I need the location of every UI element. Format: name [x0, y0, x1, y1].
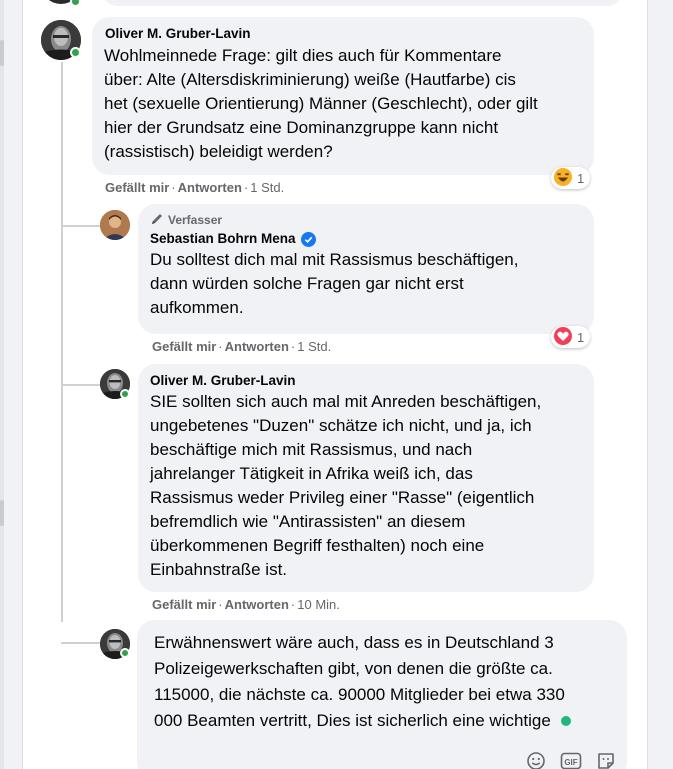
comment-author[interactable]: Sebastian Bohrn Mena [150, 230, 316, 248]
comment-actions: Gefällt mir · Antworten · 10 Min. [152, 597, 340, 612]
thread-branch-line [61, 384, 100, 386]
comment-text: Wohlmeinnede Frage: gilt dies auch für K… [104, 46, 538, 161]
reply-button[interactable]: Antworten [178, 180, 242, 195]
comment-actions: Gefällt mir · Antworten · 1 Std. [152, 339, 332, 354]
comment-bubble: Oliver M. Gruber-Lavin Wohlmeinnede Frag… [92, 17, 594, 175]
comment-author[interactable]: Oliver M. Gruber-Lavin [105, 25, 251, 43]
sticker-icon[interactable] [596, 751, 616, 769]
reply-button[interactable]: Antworten [225, 339, 289, 354]
emoji-icon[interactable] [526, 751, 546, 769]
left-panel-segment [0, 40, 4, 66]
reaction-summary[interactable]: 1 [551, 326, 591, 349]
comment-timestamp[interactable]: 10 Min. [297, 597, 340, 612]
reaction-summary[interactable]: 1 [551, 167, 591, 190]
love-icon [553, 326, 573, 349]
comment-timestamp[interactable]: 1 Std. [250, 180, 284, 195]
comment-author[interactable]: Oliver M. Gruber-Lavin [150, 372, 296, 390]
previous-comment-bubble [104, 0, 621, 6]
online-status-dot [70, 47, 81, 58]
composer-toolbar: GIF [526, 751, 616, 769]
reply-button[interactable]: Antworten [225, 597, 289, 612]
online-status-dot [120, 648, 130, 658]
verified-badge-icon [300, 231, 316, 247]
avatar-sebastian[interactable] [100, 210, 130, 240]
pencil-icon [150, 212, 164, 229]
svg-text:GIF: GIF [564, 758, 577, 767]
online-status-dot [120, 389, 130, 399]
right-gutter [648, 0, 673, 769]
left-panel-edge [0, 0, 4, 769]
gif-icon[interactable]: GIF [560, 751, 582, 769]
comment-text: Du solltest dich mal mit Rassismus besch… [150, 250, 519, 317]
reply-input[interactable]: Erwähnenswert wäre auch, dass es in Deut… [137, 620, 627, 769]
thread-branch-line [61, 225, 100, 227]
left-panel-segment [0, 500, 4, 526]
comment-actions: Gefällt mir · Antworten · 1 Std. [105, 180, 285, 195]
reaction-count: 1 [577, 329, 585, 345]
reply-draft-text[interactable]: Erwähnenswert wäre auch, dass es in Deut… [154, 630, 614, 734]
comment-bubble: Oliver M. Gruber-Lavin SIE sollten sich … [138, 364, 594, 592]
like-button[interactable]: Gefällt mir [152, 339, 216, 354]
grammar-check-dot-icon [560, 716, 571, 726]
like-button[interactable]: Gefällt mir [105, 180, 169, 195]
reaction-count: 1 [577, 170, 585, 186]
author-badge: Verfasser [150, 212, 582, 228]
like-button[interactable]: Gefällt mir [152, 597, 216, 612]
haha-icon [553, 167, 573, 190]
comment-text: SIE sollten sich auch mal mit Anreden be… [150, 392, 542, 579]
thread-connector-line [61, 62, 63, 622]
thread-branch-line [61, 642, 100, 644]
comment-bubble: Verfasser Sebastian Bohrn Mena Du sollte… [138, 204, 594, 334]
comment-timestamp[interactable]: 1 Std. [297, 339, 331, 354]
